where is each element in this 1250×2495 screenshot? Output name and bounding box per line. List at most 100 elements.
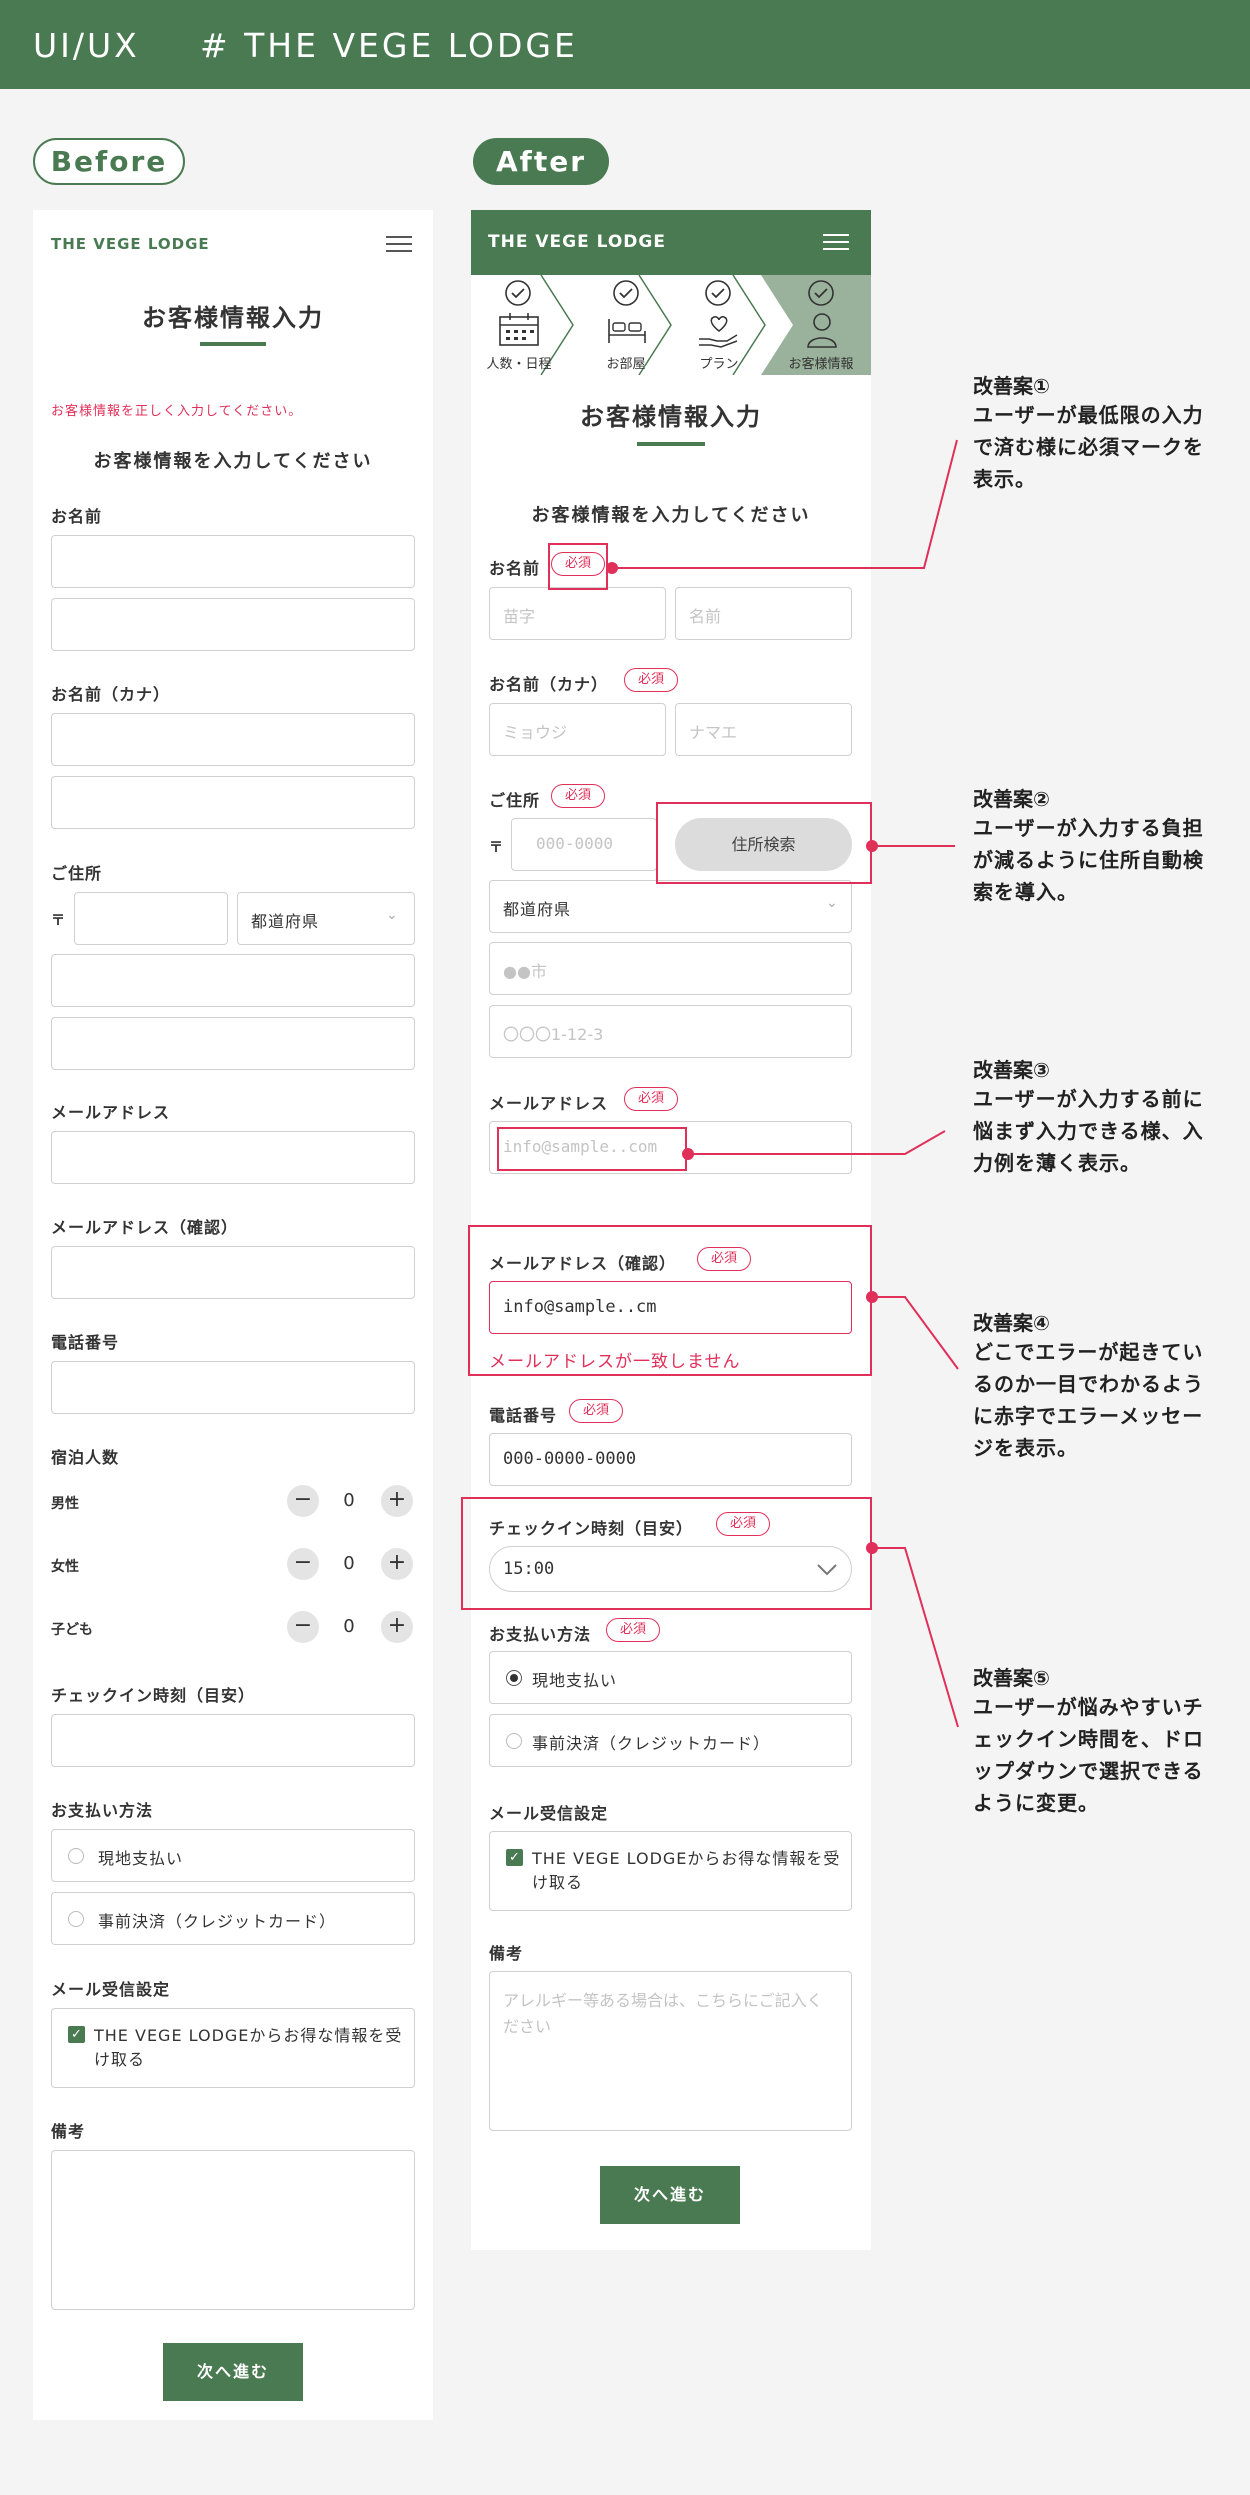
after-postal-mark: 〒 — [489, 840, 503, 856]
highlight-email-placeholder — [497, 1127, 687, 1171]
step-label-room: お部屋 — [606, 357, 646, 372]
bed-icon — [608, 319, 646, 343]
check-circle-icon — [808, 280, 834, 306]
before-notes-label: 備考 — [51, 2122, 86, 2141]
before-subtitle: お客様情報を入力してください — [93, 451, 373, 472]
after-payment-option-card[interactable]: 事前決済（クレジットカード） — [489, 1714, 852, 1767]
minus-icon[interactable]: − — [287, 1548, 319, 1580]
after-prefecture-select[interactable]: 都道府県 ⌄ — [489, 880, 852, 933]
required-badge: 必須 — [624, 668, 678, 692]
before-error-message: お客様情報を正しく入力してください。 — [51, 404, 303, 419]
minus-icon[interactable]: − — [287, 1611, 319, 1643]
before-postal-input[interactable] — [74, 892, 228, 945]
before-payment-onsite-text: 現地支払い — [98, 1849, 184, 1868]
before-prefecture-select[interactable]: 都道府県 ⌄ — [237, 892, 415, 945]
step-label-dates: 人数・日程 — [486, 357, 552, 372]
after-phone-value: 000-0000-0000 — [503, 1449, 637, 1469]
after-kana-firstname-input[interactable]: ナマエ — [675, 703, 852, 756]
step-label-customer: お客様情報 — [788, 357, 854, 372]
before-payment-option-onsite[interactable]: 現地支払い — [51, 1829, 415, 1882]
minus-icon[interactable]: − — [287, 1485, 319, 1517]
before-guest-female-label: 女性 — [51, 1559, 79, 1575]
after-next-button[interactable]: 次へ進む — [600, 2166, 740, 2224]
note-1-title: 改善案① — [973, 374, 1050, 398]
before-surname-input[interactable] — [51, 535, 415, 588]
before-payment-label: お支払い方法 — [51, 1801, 154, 1820]
before-guest-male-count: 0 — [343, 1490, 355, 1511]
before-street-input[interactable] — [51, 1017, 415, 1070]
before-guest-male-label: 男性 — [51, 1496, 79, 1512]
before-menu-icon[interactable] — [386, 236, 412, 254]
after-notes-textarea[interactable]: アレルギー等ある場合は、こちらにご記入ください — [489, 1971, 852, 2131]
radio-selected-icon — [506, 1670, 522, 1686]
note-1: 改善案① ユーザーが最低限の入力で済む様に必須マークを表示。 — [973, 370, 1213, 495]
after-name-label: お名前 — [489, 559, 541, 578]
after-payment-option-onsite[interactable]: 現地支払い — [489, 1651, 852, 1704]
after-phone-label: 電話番号 — [489, 1406, 558, 1425]
after-notes-placeholder: アレルギー等ある場合は、こちらにご記入ください — [503, 1991, 823, 2036]
required-badge: 必須 — [606, 1618, 660, 1642]
note-5: 改善案⑤ ユーザーが悩みやすいチェックイン時間を、ドロップダウンで選択できるよう… — [973, 1662, 1213, 1819]
after-payment-label: お支払い方法 — [489, 1625, 592, 1644]
before-mail-label: メール受信設定 — [51, 1980, 171, 1999]
before-title-underline — [200, 342, 266, 346]
check-circle-icon — [705, 280, 731, 306]
after-menu-icon[interactable] — [823, 234, 849, 252]
after-street-input[interactable]: 〇〇〇1-12-3 — [489, 1005, 852, 1058]
after-street-placeholder: 〇〇〇1-12-3 — [503, 1025, 604, 1044]
before-email-label: メールアドレス — [51, 1103, 171, 1122]
before-kana-label: お名前（カナ） — [51, 685, 171, 704]
user-icon — [807, 313, 837, 348]
before-notes-textarea[interactable] — [51, 2150, 415, 2310]
before-kana-firstname-input[interactable] — [51, 776, 415, 829]
after-mail-option-text: THE VEGE LODGEからお得な情報を受け取る — [532, 1849, 841, 1892]
after-mail-option[interactable]: ✓ THE VEGE LODGEからお得な情報を受け取る — [489, 1831, 852, 1911]
before-guest-child-label: 子ども — [51, 1622, 93, 1638]
before-email-confirm-input[interactable] — [51, 1246, 415, 1299]
before-city-input[interactable] — [51, 954, 415, 1007]
before-brand-logo[interactable]: THE VEGE LODGE — [51, 235, 210, 253]
before-guests-label: 宿泊人数 — [51, 1448, 120, 1467]
after-city-input[interactable]: ●●市 — [489, 942, 852, 995]
note-2-title: 改善案② — [973, 787, 1050, 811]
after-brand-logo[interactable]: THE VEGE LODGE — [488, 232, 666, 252]
before-firstname-input[interactable] — [51, 598, 415, 651]
heart-hand-icon — [699, 316, 738, 348]
before-phone-input[interactable] — [51, 1361, 415, 1414]
after-kana-surname-input[interactable]: ミョウジ — [489, 703, 666, 756]
checkbox-checked-icon[interactable]: ✓ — [68, 2026, 85, 2043]
after-title-underline — [637, 442, 705, 446]
after-app-header: THE VEGE LODGE — [471, 210, 871, 275]
before-kana-surname-input[interactable] — [51, 713, 415, 766]
required-badge: 必須 — [569, 1399, 623, 1423]
after-notes-label: 備考 — [489, 1944, 524, 1963]
before-mail-option[interactable]: ✓ THE VEGE LODGEからお得な情報を受け取る — [51, 2008, 415, 2088]
after-surname-placeholder: 苗字 — [503, 607, 536, 626]
before-payment-option-card[interactable]: 事前決済（クレジットカード） — [51, 1892, 415, 1945]
plus-icon[interactable]: + — [381, 1611, 413, 1643]
after-phone-input[interactable]: 000-0000-0000 — [489, 1433, 852, 1486]
after-postal-input[interactable]: 000-0000 — [511, 818, 657, 871]
project-title: # THE VEGE LODGE — [200, 26, 578, 65]
before-next-button[interactable]: 次へ進む — [163, 2343, 303, 2401]
highlight-checkin-dropdown — [461, 1497, 872, 1610]
before-postal-mark: 〒 — [51, 913, 65, 929]
after-firstname-input[interactable]: 名前 — [675, 587, 852, 640]
after-surname-input[interactable]: 苗字 — [489, 587, 666, 640]
plus-icon[interactable]: + — [381, 1548, 413, 1580]
after-payment-card-text: 事前決済（クレジットカード） — [532, 1734, 771, 1753]
before-email-input[interactable] — [51, 1131, 415, 1184]
before-address-label: ご住所 — [51, 864, 103, 883]
before-checkin-input[interactable] — [51, 1714, 415, 1767]
after-page-title: お客様情報入力 — [580, 403, 762, 431]
checkbox-checked-icon[interactable]: ✓ — [506, 1849, 523, 1866]
note-1-text: ユーザーが最低限の入力で済む様に必須マークを表示。 — [973, 403, 1204, 491]
note-2: 改善案② ユーザーが入力する負担が減るように住所自動検索を導入。 — [973, 783, 1213, 908]
after-mail-label: メール受信設定 — [489, 1804, 609, 1823]
before-guest-child-count: 0 — [343, 1616, 355, 1637]
plus-icon[interactable]: + — [381, 1485, 413, 1517]
note-4-title: 改善案④ — [973, 1311, 1050, 1335]
calendar-icon — [499, 313, 539, 346]
after-tag: After — [473, 138, 609, 185]
radio-icon — [506, 1733, 522, 1749]
